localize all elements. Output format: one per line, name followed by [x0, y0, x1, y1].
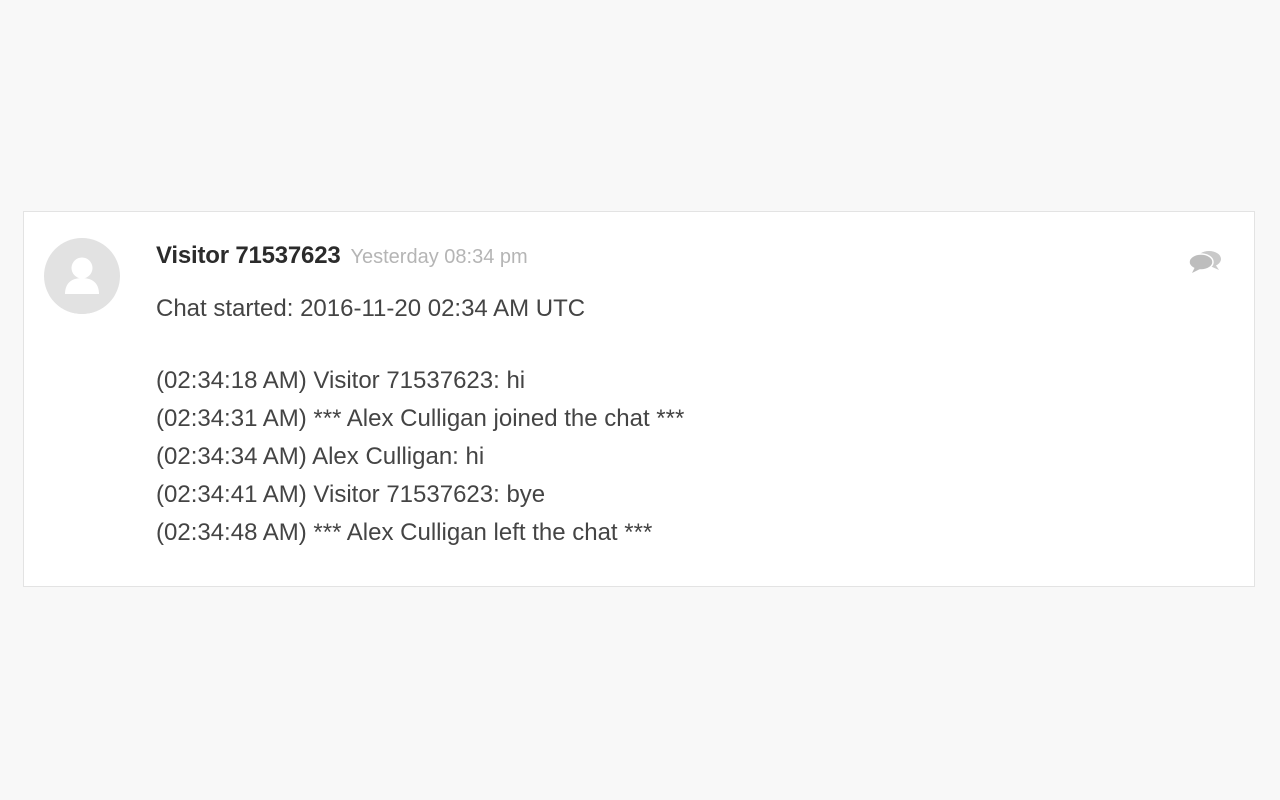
message-line: (02:34:41 AM) Visitor 71537623: bye [156, 481, 546, 508]
visitor-name[interactable]: Visitor 71537623 [156, 242, 341, 270]
message-list: (02:34:18 AM) Visitor 71537623: hi (02:3… [156, 362, 1164, 552]
user-avatar-icon [44, 238, 120, 314]
chat-started-line: Chat started: 2016-11-20 02:34 AM UTC [156, 295, 586, 322]
message-line: (02:34:34 AM) Alex Culligan: hi [156, 443, 485, 470]
chat-bubbles-icon[interactable] [1188, 248, 1224, 276]
message-line: (02:34:31 AM) *** Alex Culligan joined t… [156, 405, 685, 432]
chat-content: Visitor 71537623 Yesterday 08:34 pm Chat… [156, 242, 1164, 568]
chat-timestamp: Yesterday 08:34 pm [350, 246, 528, 268]
chat-header: Visitor 71537623 Yesterday 08:34 pm [156, 242, 1164, 272]
message-line: (02:34:48 AM) *** Alex Culligan left the… [156, 519, 653, 546]
chat-transcript-card: Visitor 71537623 Yesterday 08:34 pm Chat… [23, 211, 1255, 587]
message-line: (02:34:18 AM) Visitor 71537623: hi [156, 367, 526, 394]
